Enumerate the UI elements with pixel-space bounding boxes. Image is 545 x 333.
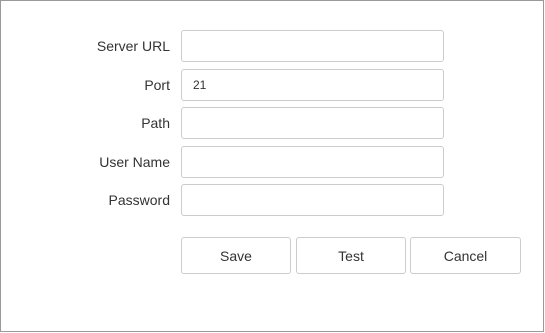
user-name-label: User Name <box>99 154 170 170</box>
save-button[interactable]: Save <box>181 237 291 274</box>
port-label: Port <box>144 77 170 93</box>
server-url-label: Server URL <box>96 38 170 54</box>
server-url-row: Server URL <box>1 30 545 62</box>
path-row: Path <box>1 107 545 139</box>
path-input[interactable] <box>181 107 444 139</box>
port-input[interactable] <box>181 69 444 101</box>
path-label: Path <box>141 115 170 131</box>
port-row: Port <box>1 69 545 101</box>
user-name-row: User Name <box>1 146 545 178</box>
cancel-button[interactable]: Cancel <box>410 237 521 274</box>
password-row: Password <box>1 184 545 216</box>
user-name-input[interactable] <box>181 146 444 178</box>
password-label: Password <box>108 192 170 208</box>
server-url-input[interactable] <box>181 30 444 62</box>
server-settings-panel: Server URL Port Path User Name Password … <box>0 0 544 332</box>
password-input[interactable] <box>181 184 444 216</box>
test-button[interactable]: Test <box>296 237 406 274</box>
